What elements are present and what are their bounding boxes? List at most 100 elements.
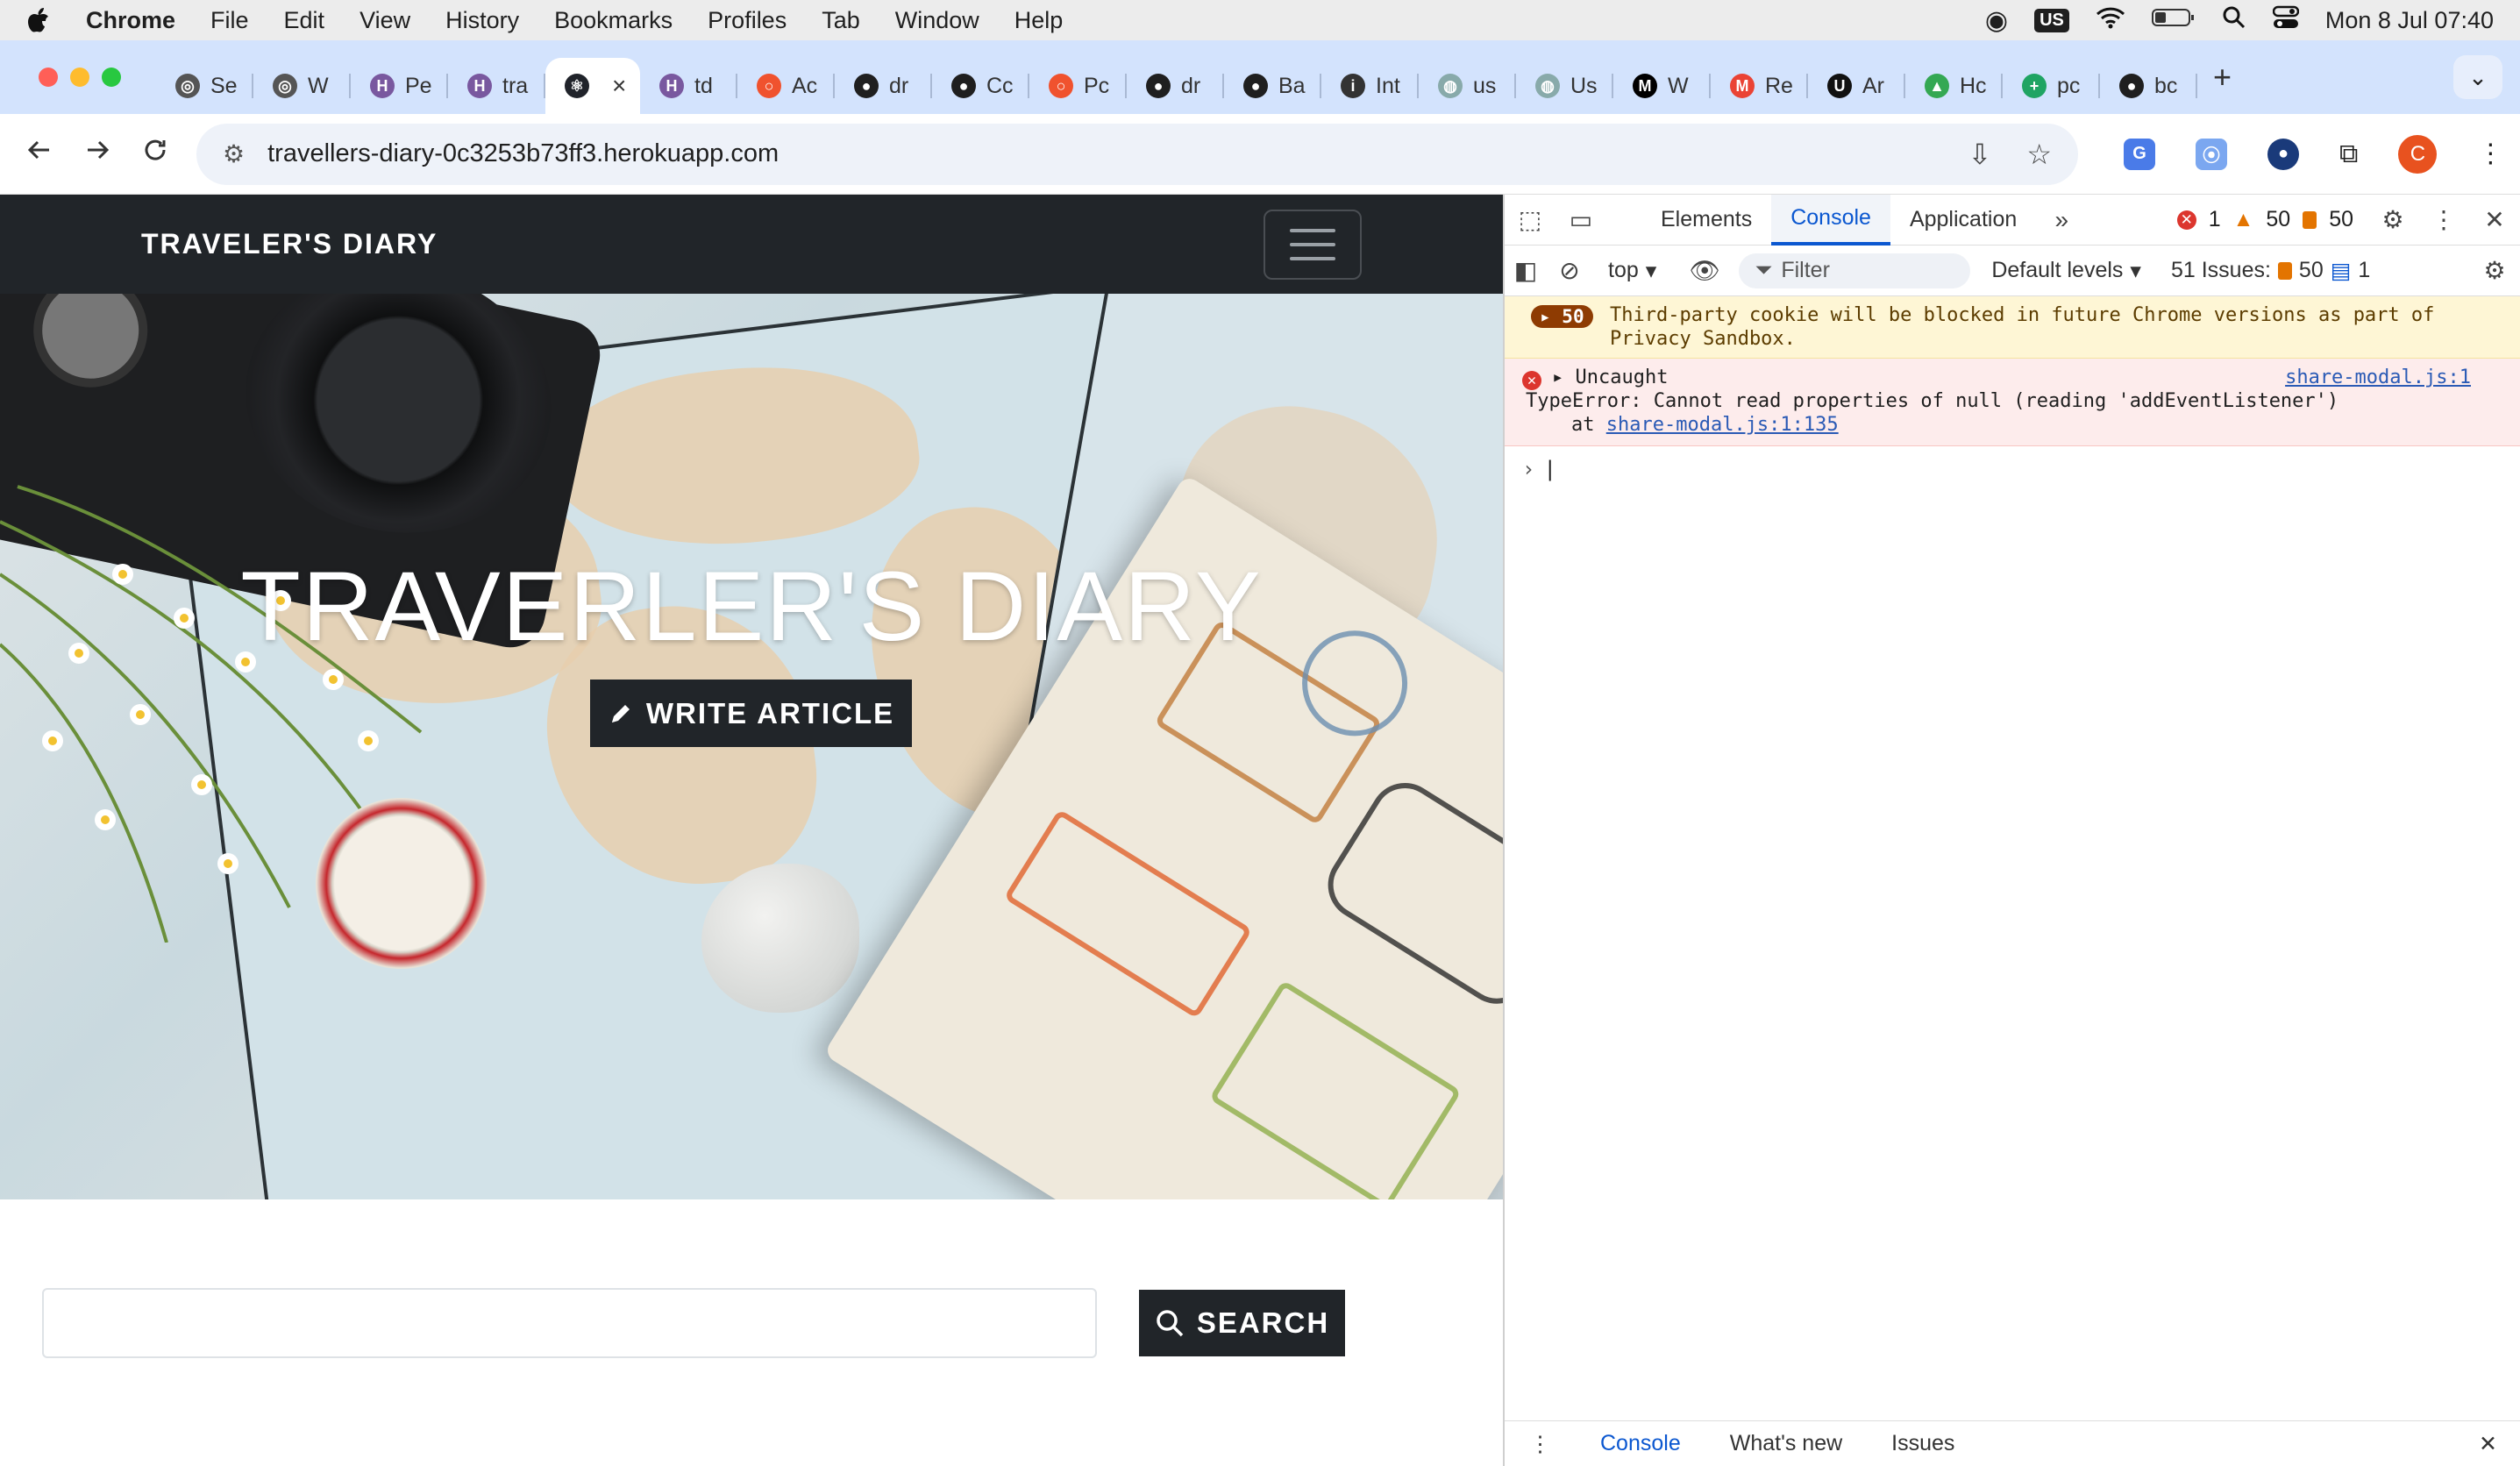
menu-window[interactable]: Window	[895, 7, 979, 34]
devtools-counters[interactable]: ✕ 1 ▲ 50 50	[2176, 207, 2353, 232]
browser-tab[interactable]: ● Ba	[1224, 58, 1321, 114]
browser-tab[interactable]: Htd	[640, 58, 737, 114]
url-text[interactable]: travellers-diary-0c3253b73ff3.herokuapp.…	[267, 139, 779, 168]
browser-tab[interactable]: ◎ W	[253, 58, 351, 114]
extension-icon[interactable]: ⦿	[2196, 138, 2227, 170]
tab-search-button[interactable]: ⌄	[2453, 55, 2502, 99]
tab-elements[interactable]: Elements	[1641, 195, 1771, 246]
site-navbar: TRAVELER'S DIARY	[0, 195, 1503, 294]
console-settings-icon[interactable]: ⚙	[2469, 256, 2520, 285]
hamburger-icon	[1290, 228, 1335, 232]
tab-console[interactable]: Console	[1771, 194, 1890, 246]
browser-menu-icon[interactable]: ⋮	[2477, 139, 2503, 169]
browser-tab[interactable]: MW	[1613, 58, 1711, 114]
sidebar-toggle-icon[interactable]: ◧	[1508, 256, 1543, 285]
live-expression-eye-icon[interactable]: 👁	[1679, 256, 1730, 285]
browser-tab[interactable]: + pc	[2003, 58, 2100, 114]
console-prompt[interactable]: › |	[1505, 446, 2520, 481]
spotlight-search-icon[interactable]	[2222, 5, 2246, 36]
menu-history[interactable]: History	[445, 7, 519, 34]
inspect-element-icon[interactable]: ⬚	[1505, 205, 1555, 234]
zoom-window-button[interactable]	[102, 68, 121, 87]
more-tabs-icon[interactable]: »	[2036, 206, 2087, 234]
menubar-clock[interactable]: Mon 8 Jul 07:40	[2325, 7, 2494, 34]
browser-tab[interactable]: ◍ us	[1419, 58, 1516, 114]
address-bar[interactable]: ⚙ travellers-diary-0c3253b73ff3.herokuap…	[196, 123, 2078, 185]
browser-tab[interactable]: H Pe	[351, 58, 448, 114]
browser-tab[interactable]: ▲ Hc	[1905, 58, 2003, 114]
keyboard-layout-indicator[interactable]: US	[2034, 8, 2069, 32]
user-account-icon[interactable]: ◉	[1985, 5, 2008, 36]
minimize-window-button[interactable]	[70, 68, 89, 87]
issues-summary[interactable]: 51 Issues: 50 ▤ 1	[2171, 258, 2370, 284]
battery-icon[interactable]	[2151, 7, 2196, 34]
menu-app-name[interactable]: Chrome	[86, 7, 175, 34]
browser-tab[interactable]: i Int	[1321, 58, 1419, 114]
menu-bookmarks[interactable]: Bookmarks	[554, 7, 673, 34]
menu-profiles[interactable]: Profiles	[708, 7, 787, 34]
reload-button[interactable]	[126, 137, 184, 171]
console-warning-message[interactable]: ▸ 50 Third-party cookie will be blocked …	[1505, 296, 2520, 359]
console-filter-input[interactable]: ⏷ Filter	[1739, 253, 1971, 288]
browser-tab[interactable]: ● bc	[2100, 58, 2197, 114]
issue-warning-icon	[2277, 261, 2292, 280]
browser-tab[interactable]: ◎ Se	[156, 58, 253, 114]
browser-tab[interactable]: M Re	[1711, 58, 1808, 114]
close-devtools-icon[interactable]: ✕	[2469, 205, 2520, 234]
profile-avatar[interactable]: C	[2398, 134, 2438, 174]
browser-tab[interactable]: ● dr	[835, 58, 932, 114]
new-tab-button[interactable]: +	[2213, 59, 2232, 96]
error-source-link[interactable]: share-modal.js:1	[2285, 366, 2471, 389]
tab-application[interactable]: Application	[1890, 195, 2036, 246]
error-location-link[interactable]: share-modal.js:1:135	[1606, 414, 1839, 436]
drawer-menu-icon[interactable]: ⋮	[1505, 1431, 1576, 1457]
devtools-settings-icon[interactable]: ⚙	[2367, 205, 2418, 234]
browser-tab[interactable]: ● dr	[1127, 58, 1224, 114]
console-error-message[interactable]: ✕ ▸ Uncaught share-modal.js:1 TypeError:…	[1505, 359, 2520, 446]
device-toolbar-icon[interactable]: ▭	[1555, 205, 1606, 234]
install-app-icon[interactable]: ⇩	[1968, 138, 1992, 171]
back-button[interactable]	[11, 137, 68, 171]
close-window-button[interactable]	[39, 68, 58, 87]
menu-tab[interactable]: Tab	[822, 7, 860, 34]
context-selector[interactable]: top ▾	[1608, 258, 1656, 284]
menu-help[interactable]: Help	[1014, 7, 1064, 34]
search-input[interactable]	[42, 1288, 1097, 1358]
devtools-menu-icon[interactable]: ⋮	[2418, 205, 2469, 234]
drawer-tab-issues[interactable]: Issues	[1867, 1431, 1979, 1456]
browser-tab[interactable]: ● Cc	[932, 58, 1029, 114]
extensions-puzzle-icon[interactable]: ⧉	[2339, 139, 2358, 169]
forward-button[interactable]	[68, 137, 126, 171]
control-center-icon[interactable]	[2272, 5, 2300, 36]
site-brand[interactable]: TRAVELER'S DIARY	[141, 228, 438, 260]
site-info-icon[interactable]: ⚙	[223, 139, 245, 168]
tab-title: Cc	[986, 73, 1014, 98]
tab-title: Re	[1765, 73, 1793, 98]
extension-orb-icon[interactable]: ●	[2267, 138, 2299, 170]
menu-file[interactable]: File	[210, 7, 249, 34]
search-button[interactable]: SEARCH	[1139, 1290, 1345, 1356]
browser-tab[interactable]: Htra	[448, 58, 545, 114]
log-levels-dropdown[interactable]: Default levels ▾	[1991, 258, 2141, 284]
hero-title: TRAVERLER'S DIARY	[240, 552, 1263, 661]
navbar-toggler-button[interactable]	[1264, 209, 1362, 280]
close-tab-icon[interactable]: ×	[612, 72, 626, 100]
browser-tab[interactable]: U Ar	[1808, 58, 1905, 114]
google-translate-extension-icon[interactable]: G	[2124, 138, 2155, 170]
apple-icon[interactable]	[26, 6, 51, 34]
browser-tab[interactable]: ⚛ ×	[545, 58, 640, 114]
menu-view[interactable]: View	[359, 7, 410, 34]
browser-tab[interactable]: ○ Pc	[1029, 58, 1127, 114]
bookmark-star-icon[interactable]: ☆	[2026, 138, 2052, 171]
close-drawer-icon[interactable]: ✕	[2454, 1431, 2520, 1457]
tab-title: Int	[1376, 73, 1400, 98]
wifi-icon[interactable]	[2096, 6, 2125, 35]
expand-triangle-icon[interactable]: ▸	[1552, 366, 1563, 388]
write-article-button[interactable]: WRITE ARTICLE	[590, 680, 912, 747]
menu-edit[interactable]: Edit	[284, 7, 325, 34]
browser-tab[interactable]: ◍ Us	[1516, 58, 1613, 114]
drawer-tab-console[interactable]: Console	[1576, 1431, 1705, 1456]
drawer-tab-whats-new[interactable]: What's new	[1705, 1431, 1867, 1456]
clear-console-icon[interactable]: ⊘	[1552, 256, 1587, 285]
browser-tab[interactable]: ○ Ac	[737, 58, 835, 114]
